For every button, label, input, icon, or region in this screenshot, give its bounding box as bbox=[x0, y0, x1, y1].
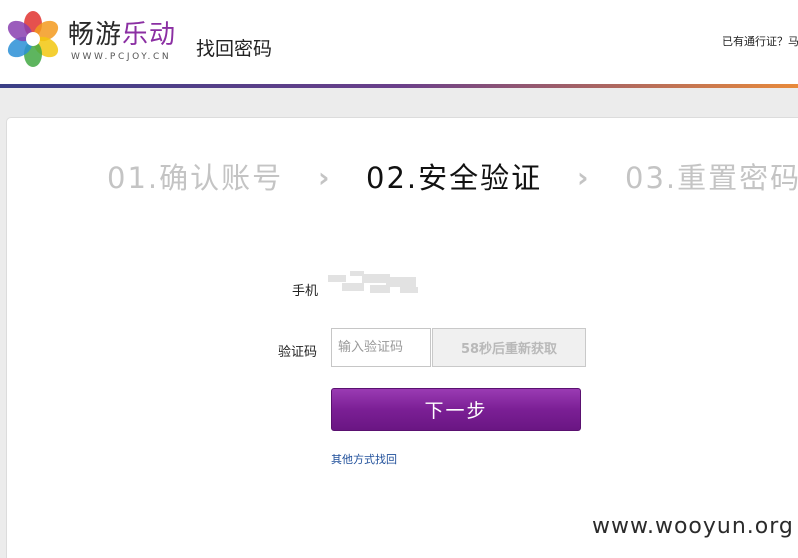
step-confirm-account: 01.确认账号 bbox=[107, 161, 284, 195]
logo-wordmark[interactable]: 畅游乐动 bbox=[68, 20, 176, 50]
page-title: 找回密码 bbox=[196, 38, 273, 60]
watermark-text: www.wooyun.org bbox=[592, 514, 794, 539]
step-separator-icon: › bbox=[318, 161, 330, 194]
logo-main-text: 畅游 bbox=[68, 20, 123, 50]
step-security-verify: 02.安全验证 bbox=[366, 161, 543, 195]
logo-accent-text: 乐动 bbox=[122, 20, 177, 50]
phone-label: 手机 bbox=[292, 284, 319, 299]
phone-number-masked bbox=[326, 271, 422, 295]
resend-code-button[interactable]: 58秒后重新获取 bbox=[432, 328, 586, 367]
header-accent-bar bbox=[0, 84, 798, 88]
other-recovery-link[interactable]: 其他方式找回 bbox=[331, 451, 397, 467]
account-login-prompt[interactable]: 已有通行证？马 bbox=[722, 33, 798, 49]
logo-subtitle: WWW.PCJOY.CN bbox=[71, 52, 172, 62]
next-step-button[interactable]: 下一步 bbox=[331, 388, 581, 431]
site-header: 畅游乐动 WWW.PCJOY.CN 找回密码 已有通行证？马 bbox=[0, 0, 798, 84]
code-label: 验证码 bbox=[278, 345, 318, 360]
logo-flower-icon[interactable] bbox=[5, 11, 61, 67]
step-separator-icon: › bbox=[577, 161, 589, 194]
step-reset-password: 03.重置密码 bbox=[625, 161, 798, 195]
verification-code-input[interactable] bbox=[331, 328, 431, 367]
